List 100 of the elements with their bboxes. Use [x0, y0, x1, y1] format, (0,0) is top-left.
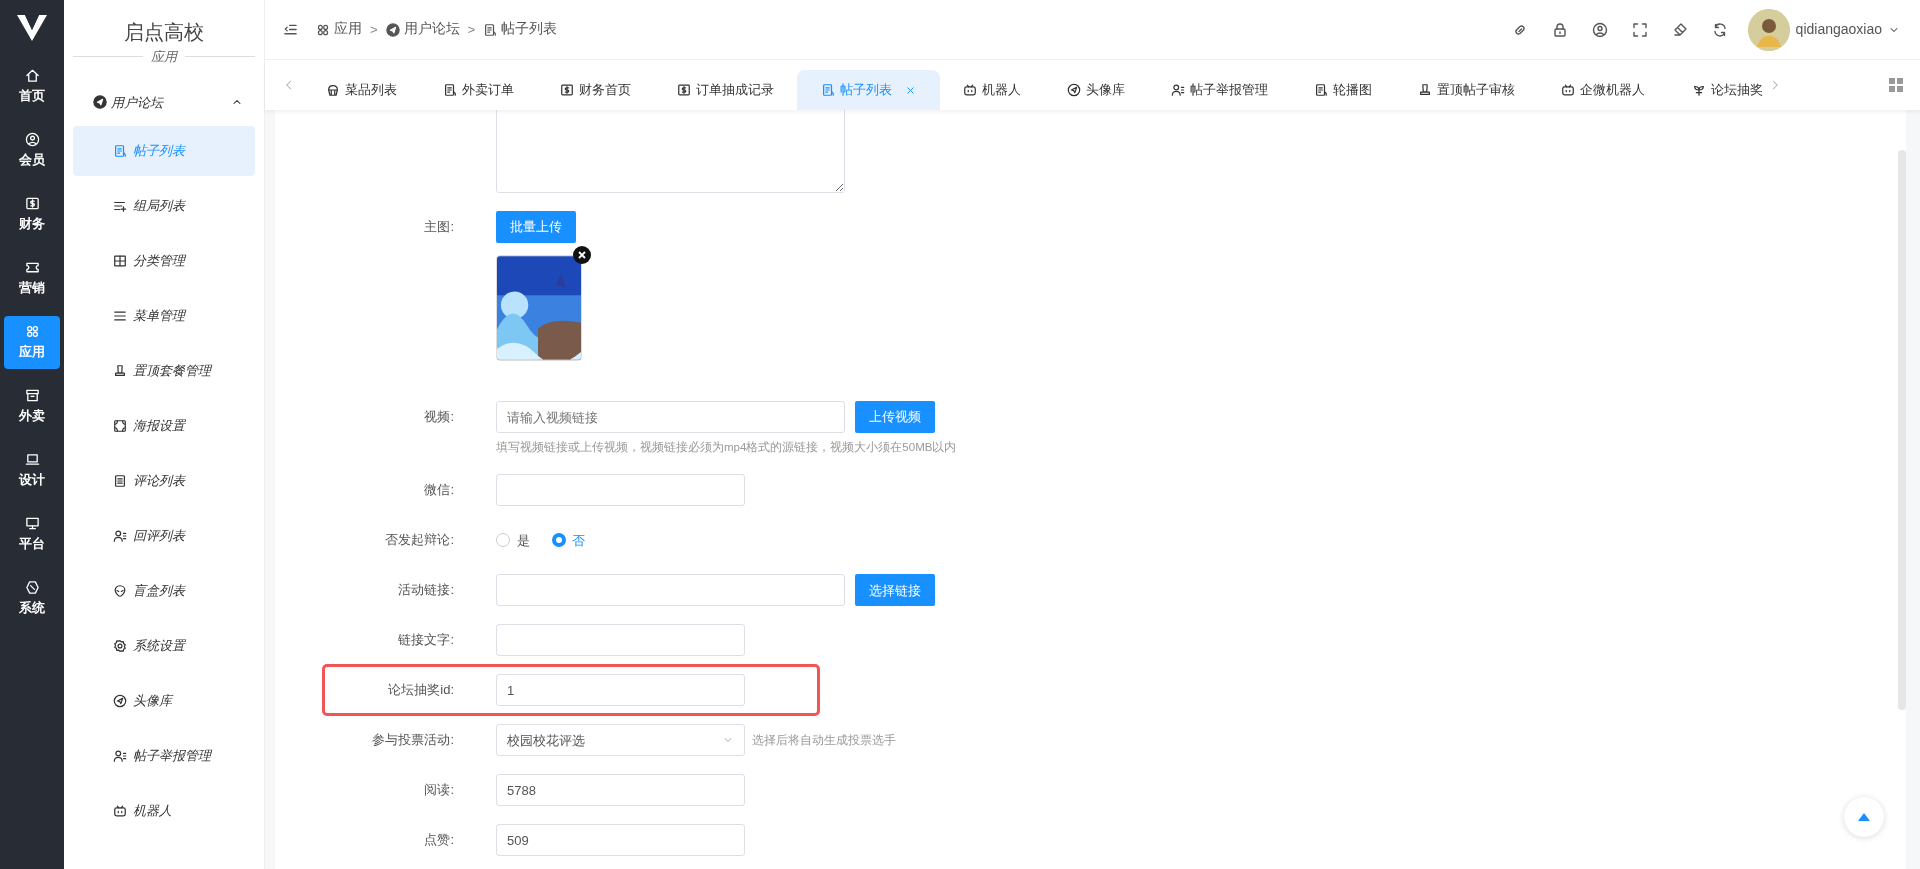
field-label: 活动链接: — [397, 581, 455, 600]
alien-icon — [113, 584, 127, 598]
field-label: 阅读: — [423, 781, 455, 800]
frame-icon — [113, 419, 127, 433]
breadcrumb-link[interactable]: 帖子列表 — [483, 19, 558, 40]
box-icon — [24, 387, 40, 403]
logo-icon — [16, 14, 48, 42]
sidebar-item[interactable]: 帖子举报管理 — [73, 731, 255, 781]
scrollbar[interactable] — [1898, 150, 1906, 710]
field-label: 链接文字: — [397, 631, 455, 650]
user-icon — [24, 131, 40, 147]
rail-nav-item[interactable]: 外卖 — [4, 380, 60, 433]
field-label: 论坛抽奖id: — [387, 681, 455, 700]
rail-nav-item[interactable]: 系统 — [4, 572, 60, 625]
username-menu[interactable]: qidiangaoxiao — [1795, 19, 1900, 40]
dollar-icon — [24, 195, 40, 211]
sidebar-item[interactable]: 菜单管理 — [73, 291, 255, 341]
lock-icon[interactable] — [1551, 21, 1568, 38]
rail-nav-item[interactable]: 会员 — [4, 124, 60, 177]
table-icon — [113, 254, 127, 268]
sprout-icon — [1692, 83, 1706, 97]
tab[interactable]: 企微机器人 — [1538, 70, 1668, 110]
refresh-icon[interactable] — [1711, 21, 1728, 38]
tab[interactable]: 头像库 — [1044, 70, 1148, 110]
rail-nav-item[interactable]: 首页 — [4, 60, 60, 113]
breadcrumb-separator: > — [370, 20, 378, 39]
menu-collapse-icon[interactable] — [283, 22, 298, 37]
apps-icon — [316, 22, 330, 37]
input-field[interactable] — [496, 474, 745, 507]
input-field[interactable]: 5788 — [496, 774, 745, 807]
hint-text: 填写视频链接或上传视频，视频链接必须为mp4格式的源链接，视频大小须在50MB以内 — [496, 440, 957, 455]
hint-text: 选择后将自动生成投票选手 — [751, 732, 896, 748]
tab[interactable]: 订单抽成记录 — [654, 70, 797, 110]
breadcrumb-link[interactable]: 用户论坛 — [385, 19, 460, 40]
menu-group[interactable]: 用户论坛 — [73, 78, 255, 126]
tab[interactable]: 外卖订单 — [420, 70, 537, 110]
input-field[interactable]: 请输入视频链接 — [496, 401, 845, 433]
back-to-top-button[interactable] — [1844, 797, 1884, 837]
stamp-icon — [113, 364, 127, 378]
tab[interactable]: 帖子举报管理 — [1148, 70, 1291, 110]
up-arrow-icon — [1857, 812, 1871, 822]
fullscreen-icon[interactable] — [1631, 21, 1648, 38]
document-icon — [821, 83, 835, 97]
users-list-icon — [1171, 83, 1185, 97]
paper-plane-icon — [93, 95, 107, 110]
remove-icon[interactable] — [573, 246, 591, 264]
tab[interactable]: 机器人 — [940, 70, 1044, 110]
sidebar-item[interactable]: 评论列表 — [73, 456, 255, 506]
users-list-icon — [113, 529, 127, 543]
close-icon[interactable] — [905, 84, 916, 96]
field-label: 主图: — [423, 218, 455, 236]
select-field[interactable]: 校园校花评选 — [496, 724, 745, 757]
home-icon — [24, 67, 40, 83]
input-field[interactable]: 509 — [496, 824, 745, 857]
sidebar-item[interactable]: 置顶套餐管理 — [73, 346, 255, 396]
eraser-icon[interactable] — [1671, 21, 1688, 38]
monitor-icon — [24, 515, 40, 531]
input-field[interactable] — [496, 624, 745, 657]
tab[interactable]: 轮播图 — [1291, 70, 1395, 110]
radio-option[interactable]: 是 — [496, 530, 530, 550]
grid-icon[interactable] — [1888, 77, 1904, 93]
tab[interactable]: 菜品列表 — [303, 70, 420, 110]
input-field[interactable] — [496, 574, 845, 607]
rail-nav-item[interactable]: 营销 — [4, 252, 60, 305]
rail-nav-item[interactable]: 设计 — [4, 444, 60, 497]
avatar[interactable] — [1747, 8, 1790, 51]
robot-icon — [113, 804, 127, 818]
select-value: 校园校花评选 — [507, 731, 585, 750]
sidebar-item[interactable]: 海报设置 — [73, 401, 255, 451]
sidebar-item[interactable]: 系统设置 — [73, 621, 255, 671]
user-icon[interactable] — [1591, 21, 1608, 38]
cupcake-icon — [326, 83, 340, 97]
paper-plane-icon — [113, 694, 127, 708]
tab[interactable]: 论坛抽奖 — [1668, 70, 1763, 110]
paper-plane-icon — [1067, 83, 1081, 97]
document-icon — [1314, 83, 1328, 97]
robot-icon — [1561, 83, 1575, 97]
app-title: 启点高校 — [124, 20, 204, 45]
document-icon — [483, 22, 498, 37]
rail-nav-item[interactable]: 平台 — [4, 508, 60, 561]
menu-icon — [113, 309, 127, 323]
tab[interactable]: 财务首页 — [537, 70, 654, 110]
dollar-icon — [560, 83, 574, 97]
document-icon — [113, 474, 127, 488]
field-label: 点赞: — [423, 831, 455, 850]
field-label: 参与投票活动: — [371, 731, 455, 750]
stamp-icon — [1418, 83, 1432, 97]
field-label: 视频: — [423, 408, 455, 426]
sidebar-item[interactable]: 机器人 — [73, 786, 255, 836]
sidebar-item[interactable]: 分类管理 — [73, 236, 255, 286]
breadcrumb-link[interactable]: 应用 — [316, 19, 362, 40]
sidebar-item[interactable]: 回评列表 — [73, 511, 255, 561]
hexagon-icon — [24, 579, 40, 595]
sidebar-item[interactable]: 组局列表 — [73, 181, 255, 231]
input-field[interactable]: 1 — [496, 674, 745, 707]
sidebar-item[interactable]: 盲盒列表 — [73, 566, 255, 616]
rail-nav-item[interactable]: 财务 — [4, 188, 60, 241]
sidebar-item[interactable]: 头像库 — [73, 676, 255, 726]
tab[interactable]: 置顶帖子审核 — [1395, 70, 1538, 110]
paper-plane-icon — [385, 22, 400, 37]
